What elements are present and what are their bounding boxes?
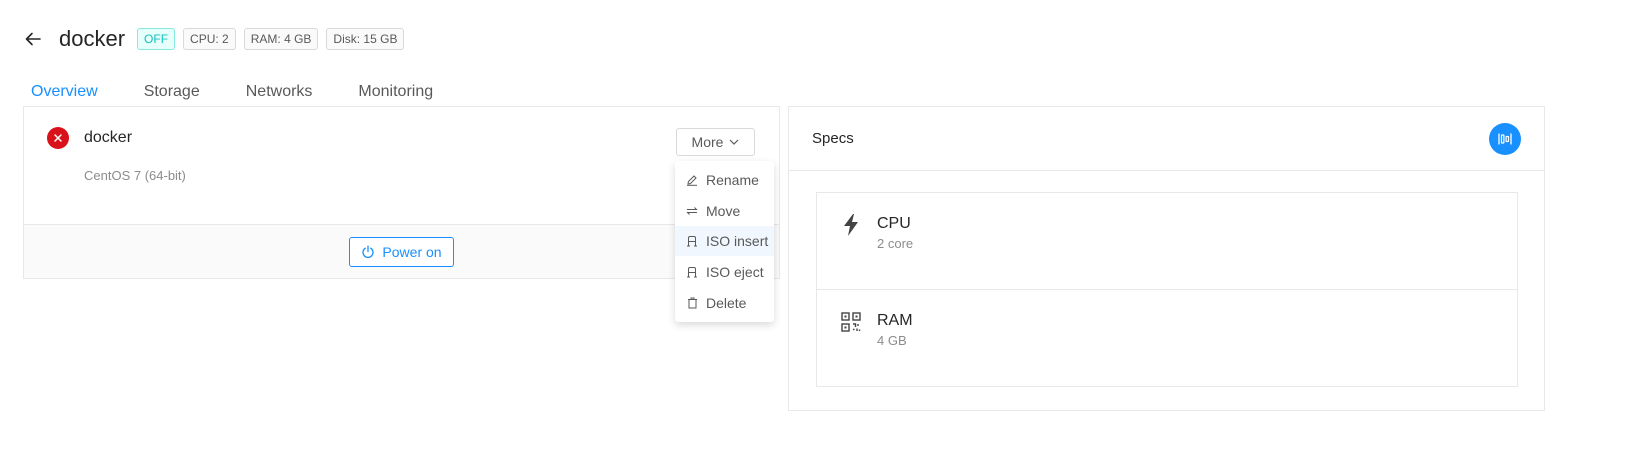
cpu-tag: CPU: 2	[183, 28, 236, 50]
disk-tag: Disk: 15 GB	[326, 28, 405, 50]
spec-ram-label: RAM	[877, 312, 913, 329]
adjust-specs-button[interactable]	[1489, 123, 1521, 155]
menu-item-move[interactable]: Move	[675, 196, 774, 226]
vm-name: docker	[84, 129, 133, 146]
menu-item-iso-insert[interactable]: ISO insert	[675, 226, 774, 257]
more-button[interactable]: More	[676, 128, 755, 156]
power-on-label: Power on	[382, 244, 442, 260]
tab-storage[interactable]: Storage	[136, 78, 208, 108]
iso-eject-icon	[686, 266, 698, 278]
power-on-button[interactable]: Power on	[349, 237, 454, 267]
card-footer: Power on	[24, 224, 779, 278]
iso-insert-icon	[686, 235, 698, 247]
tab-networks[interactable]: Networks	[238, 78, 321, 108]
close-circle-icon	[47, 127, 69, 149]
menu-item-label: Rename	[706, 172, 759, 188]
menu-item-label: Move	[706, 202, 741, 219]
vm-os: CentOS 7 (64-bit)	[84, 168, 186, 183]
more-dropdown-menu: Rename Move ISO insert ISO eject Delete	[675, 161, 774, 322]
vm-overview-card: docker CentOS 7 (64-bit) More Power on	[23, 106, 780, 279]
sliders-icon	[1498, 133, 1512, 145]
tab-monitoring[interactable]: Monitoring	[350, 78, 441, 108]
specs-title: Specs	[812, 130, 854, 147]
page-header: docker OFF CPU: 2 RAM: 4 GB Disk: 15 GB	[23, 26, 412, 52]
menu-item-label: Delete	[706, 294, 747, 311]
menu-item-iso-eject[interactable]: ISO eject	[675, 257, 774, 287]
specs-header: Specs	[789, 107, 1544, 171]
spec-cpu-label: CPU	[877, 215, 911, 232]
delete-icon	[686, 297, 698, 309]
menu-item-delete[interactable]: Delete	[675, 288, 774, 318]
move-icon	[686, 205, 698, 217]
menu-item-rename[interactable]: Rename	[675, 165, 774, 195]
menu-item-label: ISO insert	[706, 233, 769, 250]
tab-bar: Overview Storage Networks Monitoring	[23, 78, 471, 110]
power-icon	[362, 245, 375, 258]
spec-cpu-value: 2 core	[877, 236, 914, 251]
edit-icon	[686, 174, 698, 186]
page-title: docker	[59, 26, 126, 51]
tab-overview[interactable]: Overview	[23, 78, 106, 110]
menu-item-label: ISO eject	[706, 264, 764, 281]
qrcode-icon	[840, 310, 862, 334]
spec-cpu: CPU 2 core	[816, 192, 1518, 290]
back-arrow-icon[interactable]	[23, 29, 43, 49]
lightning-icon	[840, 213, 862, 237]
chevron-down-icon	[730, 139, 739, 145]
specs-card: Specs CPU 2 core RAM 4 GB	[788, 106, 1545, 411]
status-tag: OFF	[137, 28, 176, 50]
ram-tag: RAM: 4 GB	[243, 28, 319, 50]
spec-ram: RAM 4 GB	[816, 289, 1518, 387]
spec-ram-value: 4 GB	[877, 333, 907, 348]
more-button-label: More	[691, 134, 724, 150]
